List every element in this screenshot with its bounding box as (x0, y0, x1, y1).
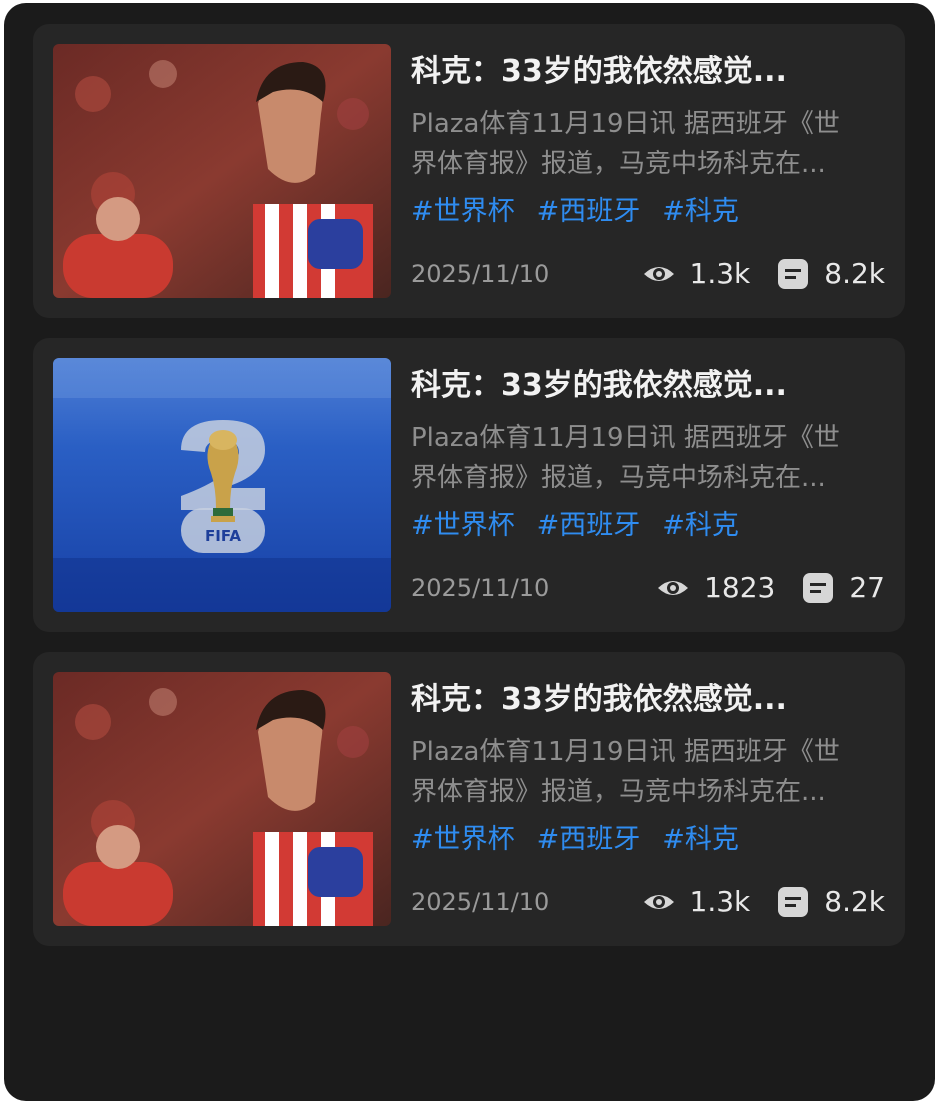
article-card[interactable]: FIFA 科克：33岁的我依然感觉... Plaza体育11月19日讯 据西班牙… (33, 338, 905, 632)
summary-line: 界体育报》报道，马竞中场科克在... (411, 777, 826, 807)
player-photo (53, 672, 391, 926)
comment-count: 8.2k (824, 257, 885, 290)
summary-line: Plaza体育11月19日讯 据西班牙《世 (411, 737, 840, 767)
tag-link[interactable]: #科克 (662, 820, 739, 860)
publish-date: 2025/11/10 (411, 574, 550, 602)
article-title[interactable]: 科克：33岁的我依然感觉... (411, 52, 891, 92)
view-count: 1.3k (689, 885, 751, 918)
comment-icon[interactable] (801, 571, 835, 605)
view-count: 1823 (704, 571, 776, 604)
tag-link[interactable]: #西班牙 (537, 192, 641, 232)
article-summary: Plaza体育11月19日讯 据西班牙《世 界体育报》报道，马竞中场科克在... (411, 418, 887, 498)
article-summary: Plaza体育11月19日讯 据西班牙《世 界体育报》报道，马竞中场科克在... (411, 104, 887, 184)
tag-link[interactable]: #西班牙 (537, 506, 641, 546)
eye-icon (642, 885, 676, 919)
feed-container: 科克：33岁的我依然感觉... Plaza体育11月19日讯 据西班牙《世 界体… (4, 3, 935, 1101)
article-thumbnail[interactable]: FIFA (53, 358, 391, 612)
eye-icon (642, 257, 676, 291)
view-count: 1.3k (689, 257, 751, 290)
comment-icon[interactable] (776, 885, 810, 919)
article-stats: 1.3k 8.2k (642, 882, 885, 922)
publish-date: 2025/11/10 (411, 888, 550, 916)
article-title[interactable]: 科克：33岁的我依然感觉... (411, 366, 891, 406)
summary-line: Plaza体育11月19日讯 据西班牙《世 (411, 109, 840, 139)
article-card[interactable]: 科克：33岁的我依然感觉... Plaza体育11月19日讯 据西班牙《世 界体… (33, 24, 905, 318)
summary-line: Plaza体育11月19日讯 据西班牙《世 (411, 423, 840, 453)
tag-link[interactable]: #世界杯 (411, 506, 515, 546)
tag-list: #世界杯 #西班牙 #科克 (411, 192, 739, 232)
tag-link[interactable]: #科克 (662, 192, 739, 232)
comment-count: 27 (849, 571, 885, 604)
tag-link[interactable]: #世界杯 (411, 820, 515, 860)
comment-count: 8.2k (824, 885, 885, 918)
article-stats: 1.3k 8.2k (642, 254, 885, 294)
tag-link[interactable]: #世界杯 (411, 192, 515, 232)
tag-list: #世界杯 #西班牙 #科克 (411, 820, 739, 860)
article-title[interactable]: 科克：33岁的我依然感觉... (411, 680, 891, 720)
tag-link[interactable]: #科克 (662, 506, 739, 546)
tag-list: #世界杯 #西班牙 #科克 (411, 506, 739, 546)
summary-line: 界体育报》报道，马竞中场科克在... (411, 149, 826, 179)
article-stats: 1823 27 (656, 568, 885, 608)
comment-icon[interactable] (776, 257, 810, 291)
article-card[interactable]: 科克：33岁的我依然感觉... Plaza体育11月19日讯 据西班牙《世 界体… (33, 652, 905, 946)
article-thumbnail[interactable] (53, 44, 391, 298)
article-thumbnail[interactable] (53, 672, 391, 926)
article-summary: Plaza体育11月19日讯 据西班牙《世 界体育报》报道，马竞中场科克在... (411, 732, 887, 812)
summary-line: 界体育报》报道，马竞中场科克在... (411, 463, 826, 493)
publish-date: 2025/11/10 (411, 260, 550, 288)
eye-icon (656, 571, 690, 605)
player-photo (53, 44, 391, 298)
tag-link[interactable]: #西班牙 (537, 820, 641, 860)
fifa-wordmark: FIFA (205, 527, 241, 545)
fifa-26-logo: FIFA (53, 358, 391, 612)
